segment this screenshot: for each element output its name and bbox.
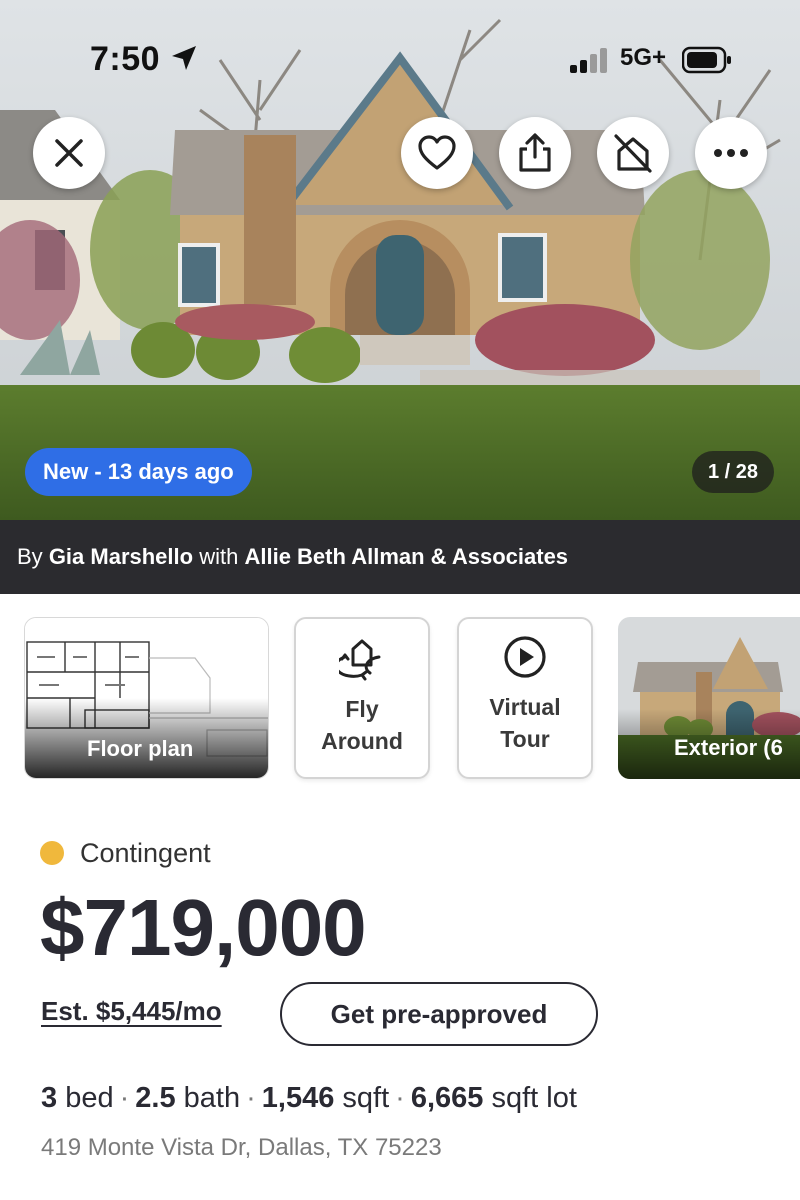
- beds-value: 3: [41, 1082, 58, 1114]
- attribution-prefix: By: [17, 544, 43, 569]
- network-label: 5G+: [620, 44, 667, 71]
- close-button[interactable]: [33, 117, 105, 189]
- listing-address: 419 Monte Vista Dr, Dallas, TX 75223: [41, 1134, 442, 1161]
- status-dot-icon: [40, 841, 64, 865]
- signal-icon: [570, 48, 607, 73]
- clock: 7:50: [90, 40, 161, 78]
- fly-around-card[interactable]: Fly Around: [294, 617, 430, 779]
- hide-home-button[interactable]: [597, 117, 669, 189]
- exterior-label: Exterior (6: [674, 735, 783, 760]
- battery-icon: [682, 46, 731, 74]
- lot-value: 6,665: [410, 1082, 484, 1114]
- baths-value: 2.5: [135, 1082, 176, 1114]
- separator: ·: [246, 1082, 256, 1114]
- agent-name[interactable]: Gia Marshello: [49, 544, 193, 569]
- beds-label: bed: [65, 1082, 114, 1114]
- fly-around-icon: [339, 639, 381, 681]
- location-arrow-icon: [172, 46, 196, 70]
- media-carousel[interactable]: Floor plan Fly Around Virtual Tour Exter…: [0, 594, 800, 804]
- estimated-payment-link[interactable]: Est. $5,445/mo: [41, 996, 222, 1027]
- share-button[interactable]: [499, 117, 571, 189]
- separator: ·: [395, 1082, 405, 1114]
- separator: ·: [119, 1082, 130, 1114]
- sqft-value: 1,546: [261, 1082, 335, 1114]
- new-listing-badge: New - 13 days ago: [25, 448, 252, 496]
- attribution-middle: with: [199, 544, 239, 569]
- status-bar: 7:50 5G+: [0, 0, 800, 110]
- more-icon: [714, 149, 748, 157]
- get-preapproved-button[interactable]: Get pre-approved: [280, 982, 598, 1046]
- listing-status: Contingent: [40, 836, 211, 870]
- fly-around-label: Fly Around: [321, 696, 403, 754]
- virtual-tour-card[interactable]: Virtual Tour: [457, 617, 593, 779]
- share-icon: [519, 133, 551, 172]
- home-facts: 3 bed · 2.5 bath · 1,546 sqft · 6,665 sqft lot: [41, 1082, 577, 1115]
- brokerage-name[interactable]: Allie Beth Allman & Associates: [244, 544, 568, 569]
- baths-label: bath: [183, 1082, 241, 1114]
- close-icon: [55, 139, 83, 167]
- hide-home-icon: [614, 134, 652, 173]
- heart-icon: [418, 135, 456, 170]
- exterior-photos-card[interactable]: Exterior (6: [618, 617, 800, 779]
- virtual-tour-label: Virtual Tour: [489, 694, 561, 752]
- hero-photo[interactable]: 7:50 5G+ New - 13 days ago 1 / 28: [0, 0, 800, 520]
- status-text: Contingent: [80, 837, 211, 868]
- play-icon: [504, 636, 546, 678]
- listing-attribution: By Gia Marshello with Allie Beth Allman …: [0, 520, 800, 594]
- favorite-button[interactable]: [401, 117, 473, 189]
- photo-counter: 1 / 28: [692, 451, 774, 493]
- floor-plan-card[interactable]: Floor plan: [24, 617, 269, 779]
- listing-price: $719,000: [40, 883, 367, 972]
- more-options-button[interactable]: [695, 117, 767, 189]
- lot-label: sqft lot: [491, 1082, 577, 1114]
- floor-plan-label: Floor plan: [87, 736, 194, 761]
- sqft-label: sqft: [342, 1082, 390, 1114]
